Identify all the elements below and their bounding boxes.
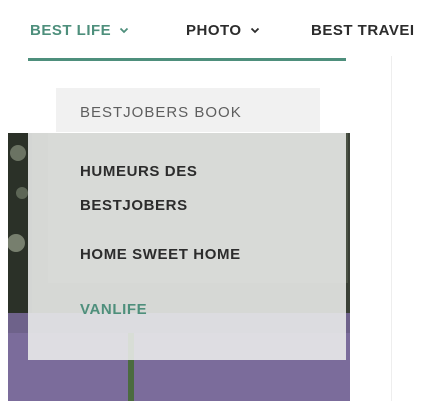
dropdown-menu: BESTJOBERS BOOK HUMEURS DES BESTJOBERS H… [28,84,346,360]
nav-item-label: PHOTO [186,21,242,39]
nav-item-photo[interactable]: PHOTO [186,20,260,40]
dropdown-item-home-sweet-home[interactable]: HOME SWEET HOME [80,246,241,263]
dropdown-item-vanlife[interactable]: VANLIFE [80,301,147,318]
nav-item-label: BEST TRAVEI [311,21,415,39]
nav-item-best-life[interactable]: BEST LIFE [30,20,129,40]
dropdown-item-label: HUMEURS DES BESTJOBERS [80,163,198,214]
page: BESTJOBERS BOOK HUMEURS DES BESTJOBERS H… [0,0,438,401]
top-navigation: BEST LIFE PHOTO BEST TRAVEI [0,0,438,56]
dropdown-item-bestjobers-book[interactable]: BESTJOBERS BOOK [80,104,242,121]
dropdown-item-humeurs-des-bestjobers[interactable]: HUMEURS DES BESTJOBERS [80,155,250,223]
active-nav-underline [28,58,346,61]
nav-item-label: BEST LIFE [30,21,112,39]
chevron-down-icon [119,25,129,35]
chevron-down-icon [250,25,260,35]
nav-item-best-travel[interactable]: BEST TRAVEI [311,20,415,40]
content-divider [391,56,392,401]
